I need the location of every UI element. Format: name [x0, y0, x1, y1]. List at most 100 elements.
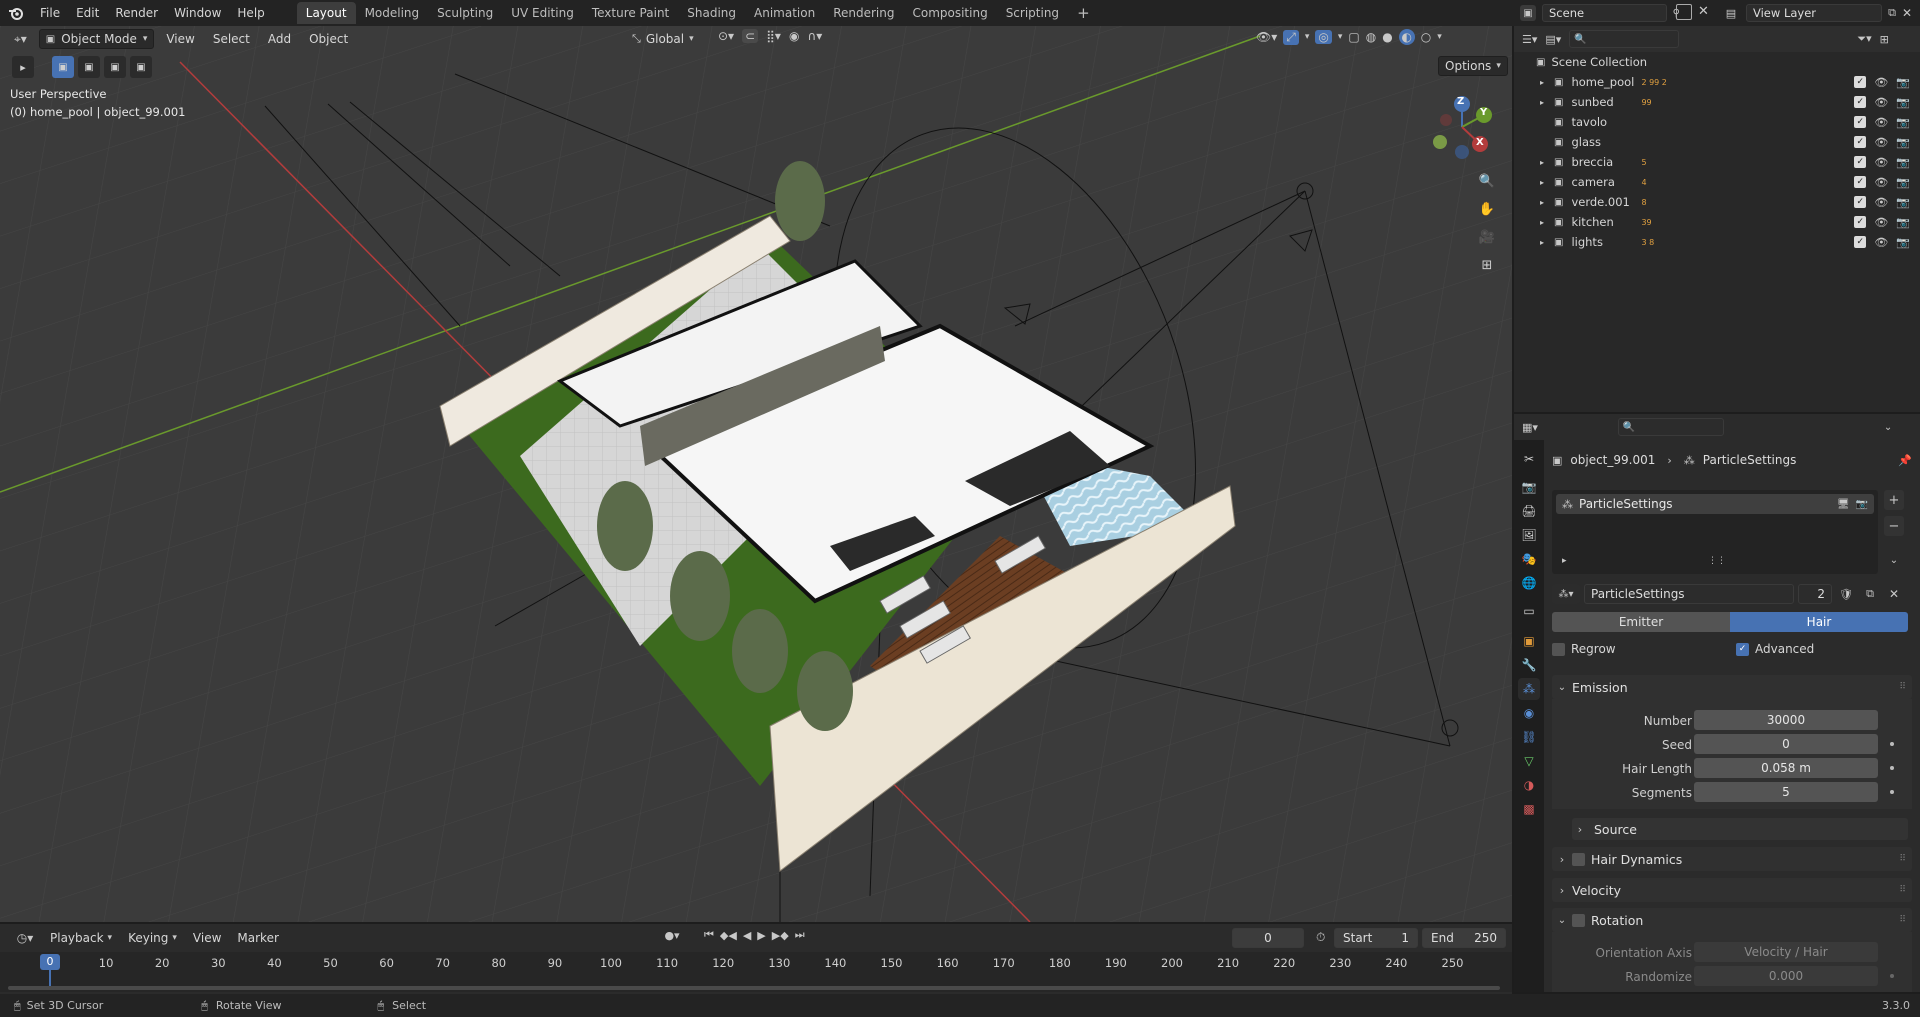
tab-layout[interactable]: Layout [296, 2, 356, 24]
outliner-row[interactable]: ▣ tavolo ✓ 👁 📷 [1514, 112, 1920, 132]
render-camera-icon[interactable]: 📷 [1896, 96, 1910, 109]
filter-icon[interactable]: ⏷▾ [1857, 32, 1871, 46]
scene-selector[interactable]: ▣ Scene ⚲ [1520, 3, 1680, 23]
keyframe-dot-icon[interactable] [1890, 742, 1894, 746]
preview-range-icon[interactable]: ⏱ [1316, 930, 1325, 945]
hair-dynamics-panel-header[interactable]: › Hair Dynamics ⠿ [1552, 847, 1912, 871]
tab-sculpting[interactable]: Sculpting [428, 2, 502, 24]
play-reverse-icon[interactable]: ◀ [743, 929, 751, 942]
render-camera-icon[interactable]: 📷 [1896, 196, 1910, 209]
outliner-row[interactable]: ▸ ▣ kitchen 39 ✓ 👁 📷 [1514, 212, 1920, 232]
prev-keyframe-icon[interactable]: ◆◀ [720, 929, 737, 942]
advanced-checkbox[interactable]: ✓ Advanced [1736, 642, 1814, 656]
exclude-checkbox[interactable]: ✓ [1854, 95, 1867, 108]
tool-tab-icon[interactable]: ✂ [1518, 448, 1540, 470]
outliner-row[interactable]: ▸ ▣ sunbed 99 ✓ 👁 📷 [1514, 92, 1920, 112]
marker-menu[interactable]: Marker [231, 928, 284, 948]
segments-field[interactable]: 5 [1694, 782, 1878, 802]
eye-icon[interactable]: 👁 [1874, 156, 1888, 169]
render-camera-icon[interactable]: 📷 [1896, 156, 1910, 169]
world-tab-icon[interactable]: 🌐 [1518, 572, 1540, 594]
seed-field[interactable]: 0 [1694, 734, 1878, 754]
menu-add[interactable]: Add [262, 29, 297, 49]
playhead[interactable]: 0 [40, 954, 60, 970]
expand-arrow-icon[interactable]: ▸ [1536, 158, 1548, 167]
pan-hand-icon[interactable]: ✋ [1476, 198, 1498, 220]
eye-icon[interactable]: 👁 [1874, 236, 1888, 249]
collection-tab-icon[interactable]: ▭ [1518, 600, 1540, 622]
new-view-layer-icon[interactable]: ⧉ [1888, 6, 1896, 20]
record-icon[interactable]: ●▾ [662, 929, 682, 942]
eye-icon[interactable]: 👁 [1874, 76, 1888, 89]
select-new-icon[interactable]: ▣ [52, 56, 74, 78]
outliner-row[interactable]: ▣ glass ✓ 👁 📷 [1514, 132, 1920, 152]
scene-tab-icon[interactable]: 🎭 [1518, 548, 1540, 570]
exclude-checkbox[interactable]: ✓ [1854, 155, 1867, 168]
editor-type-button[interactable]: ⌖▾ [8, 29, 33, 49]
modifier-tab-icon[interactable]: 🔧 [1518, 654, 1540, 676]
new-collection-icon[interactable]: ⊞ [1880, 33, 1889, 46]
resize-handle-icon[interactable]: ⋮⋮ [1708, 556, 1726, 566]
select-subtract-icon[interactable]: ▣ [104, 56, 126, 78]
remove-view-layer-icon[interactable]: ✕ [1902, 6, 1912, 20]
eye-icon[interactable]: 👁 [1874, 216, 1888, 229]
show-viewport-icon[interactable]: 🖥 [1837, 499, 1850, 510]
regrow-checkbox[interactable]: Regrow [1552, 642, 1616, 656]
render-tab-icon[interactable]: 📷 [1518, 476, 1540, 498]
pin-icon[interactable]: 📌 [1898, 454, 1912, 467]
navigation-gizmo[interactable]: Z Y X [1424, 92, 1500, 162]
jump-start-icon[interactable]: ⏮ [704, 928, 714, 942]
hair-button[interactable]: Hair [1730, 612, 1908, 632]
chevron-down-icon[interactable]: ⌄ [1884, 550, 1904, 570]
expand-arrow-icon[interactable]: ▸ [1536, 218, 1548, 227]
eye-icon[interactable]: 👁 [1874, 116, 1888, 129]
properties-search-input[interactable]: 🔍 [1617, 418, 1724, 436]
properties-editor-icon[interactable]: ▦▾ [1522, 421, 1538, 434]
timeline-scrollbar[interactable] [8, 986, 1500, 990]
eye-icon[interactable]: 👁 [1874, 196, 1888, 209]
outliner-editor-icon[interactable]: ☰▾ [1522, 33, 1537, 46]
playback-menu[interactable]: Playback ▾ [44, 928, 118, 948]
outliner-row[interactable]: ▸ ▣ camera 4 ✓ 👁 📷 [1514, 172, 1920, 192]
scene-collection-row[interactable]: ▣ Scene Collection [1514, 52, 1920, 72]
menu-window[interactable]: Window [166, 6, 229, 20]
select-invert-icon[interactable]: ▣ [130, 56, 152, 78]
tab-scripting[interactable]: Scripting [997, 2, 1068, 24]
current-frame-field[interactable]: 0 [1232, 928, 1304, 948]
start-frame-field[interactable]: Start 1 [1334, 928, 1418, 948]
render-camera-icon[interactable]: 📷 [1896, 136, 1910, 149]
tab-animation[interactable]: Animation [745, 2, 824, 24]
jump-end-icon[interactable]: ⏭ [795, 928, 805, 942]
randomize-field[interactable]: 0.000 [1694, 966, 1878, 986]
expand-arrow-icon[interactable]: ▸ [1536, 238, 1548, 247]
tab-texture-paint[interactable]: Texture Paint [583, 2, 678, 24]
keyframe-dot-icon[interactable] [1890, 974, 1894, 978]
object-tab-icon[interactable]: ▣ [1518, 630, 1540, 652]
rotation-checkbox[interactable] [1572, 913, 1585, 927]
rotation-panel-header[interactable]: ⌄ Rotation ⠿ [1552, 908, 1912, 932]
check-icon[interactable]: ✓ [1736, 642, 1749, 656]
eye-icon[interactable]: 👁 [1874, 136, 1888, 149]
remove-icon[interactable]: − [1884, 516, 1904, 536]
tab-shading[interactable]: Shading [678, 2, 745, 24]
hair-dynamics-checkbox[interactable] [1572, 852, 1585, 866]
exclude-checkbox[interactable]: ✓ [1854, 195, 1867, 208]
timeline-view-menu[interactable]: View [187, 928, 227, 948]
velocity-panel-header[interactable]: › Velocity ⠿ [1552, 878, 1912, 902]
tab-rendering[interactable]: Rendering [824, 2, 903, 24]
regrow-checkbox-box[interactable] [1552, 642, 1565, 656]
particle-system-list[interactable]: ⁂ ParticleSettings 🖥 📷 ▸ ⋮⋮ [1552, 490, 1878, 574]
drag-handle-icon[interactable]: ⠿ [1899, 915, 1906, 925]
expand-icon[interactable]: ▸ [1562, 556, 1567, 566]
menu-view[interactable]: View [160, 29, 200, 49]
end-frame-field[interactable]: End 250 [1422, 928, 1506, 948]
show-render-icon[interactable]: 📷 [1856, 499, 1868, 510]
emitter-button[interactable]: Emitter [1552, 612, 1730, 632]
exclude-checkbox[interactable]: ✓ [1854, 75, 1867, 88]
physics-tab-icon[interactable]: ◉ [1518, 702, 1540, 724]
play-icon[interactable]: ▶ [757, 929, 765, 942]
display-mode-icon[interactable]: ▤▾ [1545, 33, 1561, 46]
emission-panel-header[interactable]: ⌄ Emission ⠿ [1552, 675, 1912, 699]
datablock-users-count[interactable]: 2 [1798, 584, 1832, 604]
menu-help[interactable]: Help [229, 6, 272, 20]
